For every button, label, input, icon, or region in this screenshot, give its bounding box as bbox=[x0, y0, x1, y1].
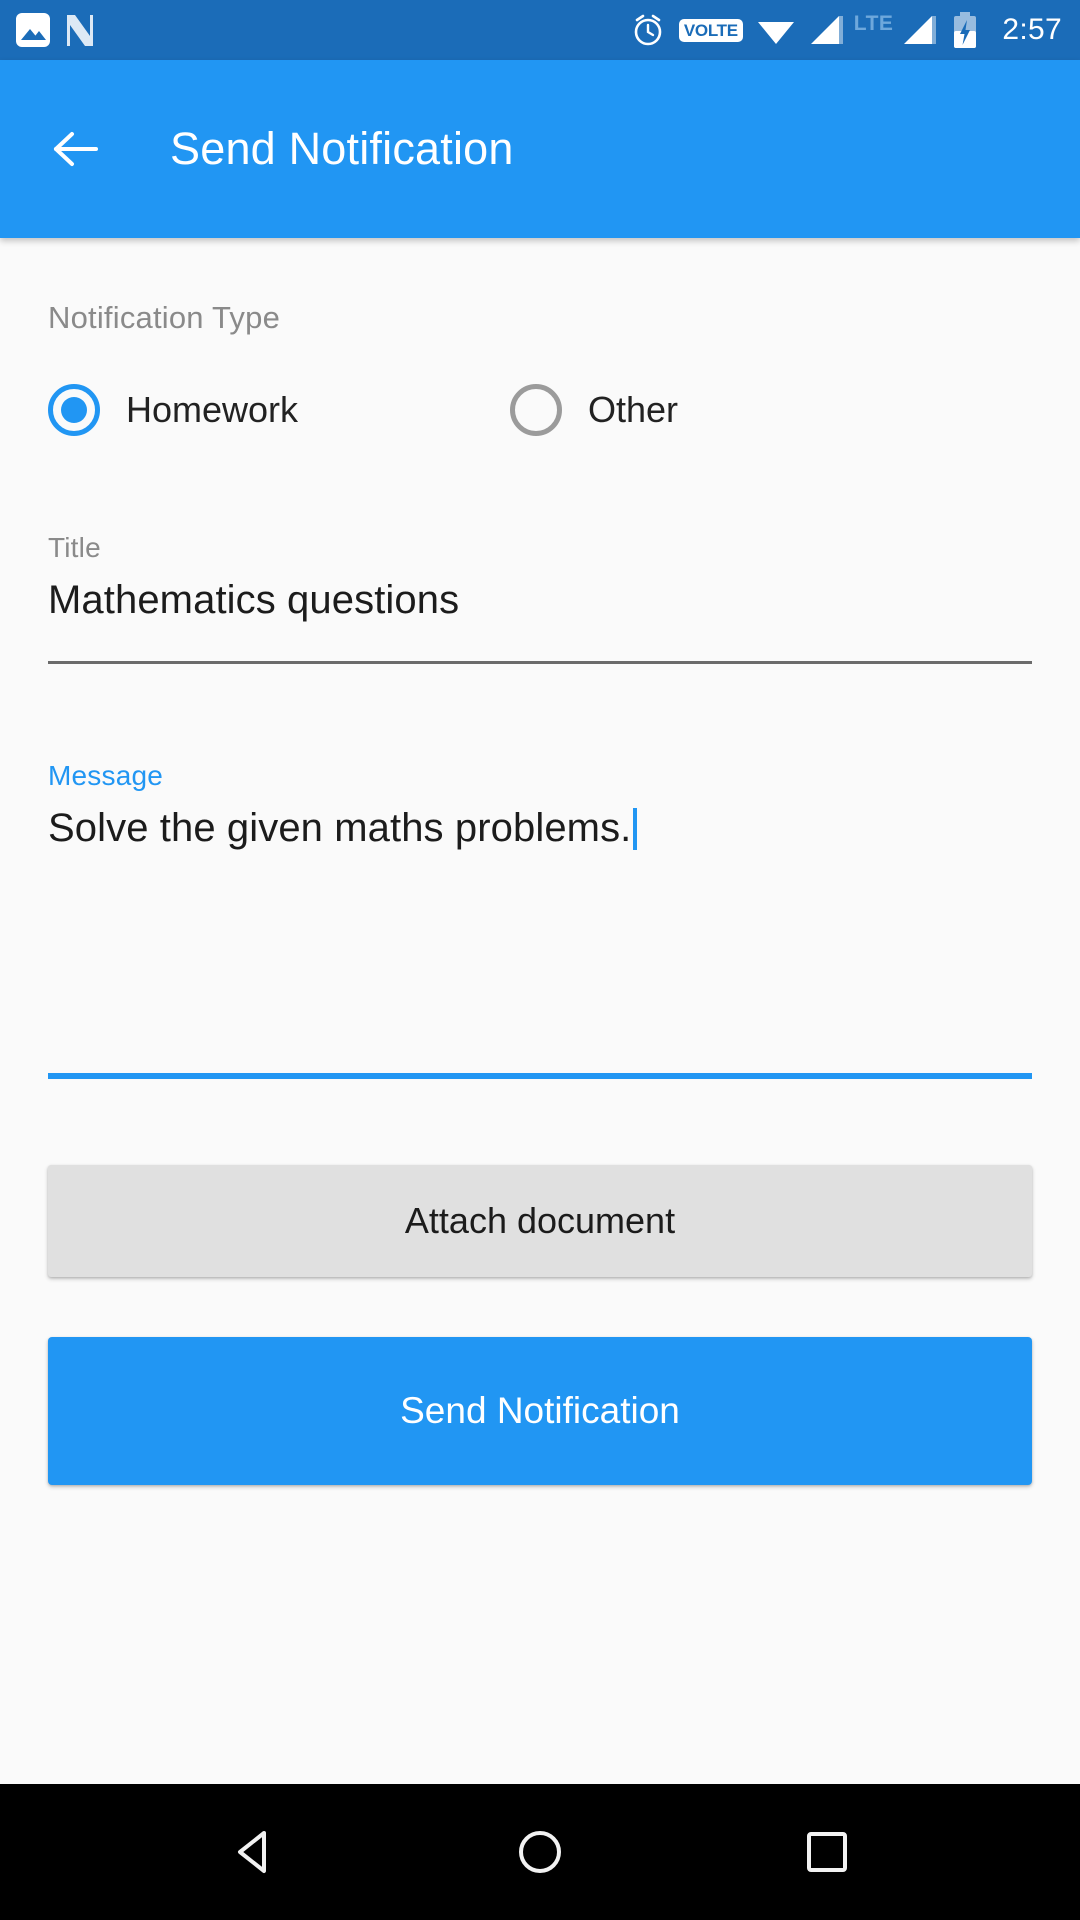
radio-option-other[interactable]: Other bbox=[510, 384, 678, 436]
message-field-group: Message Solve the given maths problems. bbox=[48, 760, 1032, 1079]
status-bar: VOLTE LTE 2:57 bbox=[0, 0, 1080, 60]
radio-option-homework[interactable]: Homework bbox=[48, 384, 510, 436]
notification-type-radio-group: Homework Other bbox=[48, 384, 1032, 436]
nav-recents-button[interactable] bbox=[772, 1797, 882, 1907]
signal-icon bbox=[810, 16, 843, 44]
notification-type-label: Notification Type bbox=[48, 300, 281, 335]
app-bar: Send Notification bbox=[0, 60, 1080, 238]
text-cursor bbox=[633, 807, 638, 850]
radio-homework-label: Homework bbox=[126, 389, 299, 430]
lte-label: LTE bbox=[853, 11, 894, 35]
message-input[interactable]: Solve the given maths problems. bbox=[48, 806, 1032, 851]
status-bar-left-icons bbox=[16, 12, 96, 48]
title-input-value: Mathematics questions bbox=[48, 578, 460, 622]
phone-screen: VOLTE LTE 2:57 Send Notification Notific… bbox=[0, 0, 1080, 1920]
volte-badge: VOLTE bbox=[678, 18, 743, 42]
alarm-icon bbox=[634, 14, 662, 46]
android-n-icon bbox=[67, 15, 93, 46]
status-bar-right-icons: VOLTE LTE 2:57 bbox=[630, 11, 1062, 49]
message-field-label: Message bbox=[48, 760, 164, 791]
message-input-value: Solve the given maths problems. bbox=[48, 806, 632, 850]
title-input[interactable]: Mathematics questions bbox=[48, 578, 1032, 623]
message-field-underline bbox=[48, 1073, 1032, 1079]
nav-home-button[interactable] bbox=[485, 1797, 595, 1907]
arrow-left-icon bbox=[54, 132, 98, 166]
radio-other-label: Other bbox=[588, 389, 679, 430]
title-field-group: Title Mathematics questions bbox=[48, 532, 1032, 664]
signal2-icon bbox=[904, 16, 937, 44]
message-input-area[interactable] bbox=[48, 851, 1032, 1073]
battery-charging-icon bbox=[954, 12, 977, 48]
status-bar-clock: 2:57 bbox=[1002, 13, 1062, 46]
android-navigation-bar bbox=[0, 1784, 1080, 1920]
radio-homework-circle bbox=[48, 384, 100, 436]
radio-homework-dot bbox=[61, 397, 87, 423]
title-field-underline bbox=[48, 661, 1032, 664]
title-field-label: Title bbox=[48, 532, 101, 563]
send-notification-button[interactable]: Send Notification bbox=[48, 1337, 1032, 1485]
wifi-icon bbox=[757, 22, 794, 44]
home-circle-icon bbox=[518, 1831, 561, 1873]
nav-back-button[interactable] bbox=[198, 1797, 308, 1907]
back-button[interactable] bbox=[48, 121, 104, 177]
back-triangle-icon bbox=[238, 1831, 267, 1873]
radio-other-circle bbox=[510, 384, 562, 436]
recents-square-icon bbox=[806, 1832, 847, 1872]
attach-document-button[interactable]: Attach document bbox=[48, 1165, 1032, 1277]
form-content: Notification Type Homework Other Title M… bbox=[0, 238, 1080, 1784]
page-title: Send Notification bbox=[170, 123, 514, 174]
photo-icon bbox=[16, 13, 50, 47]
